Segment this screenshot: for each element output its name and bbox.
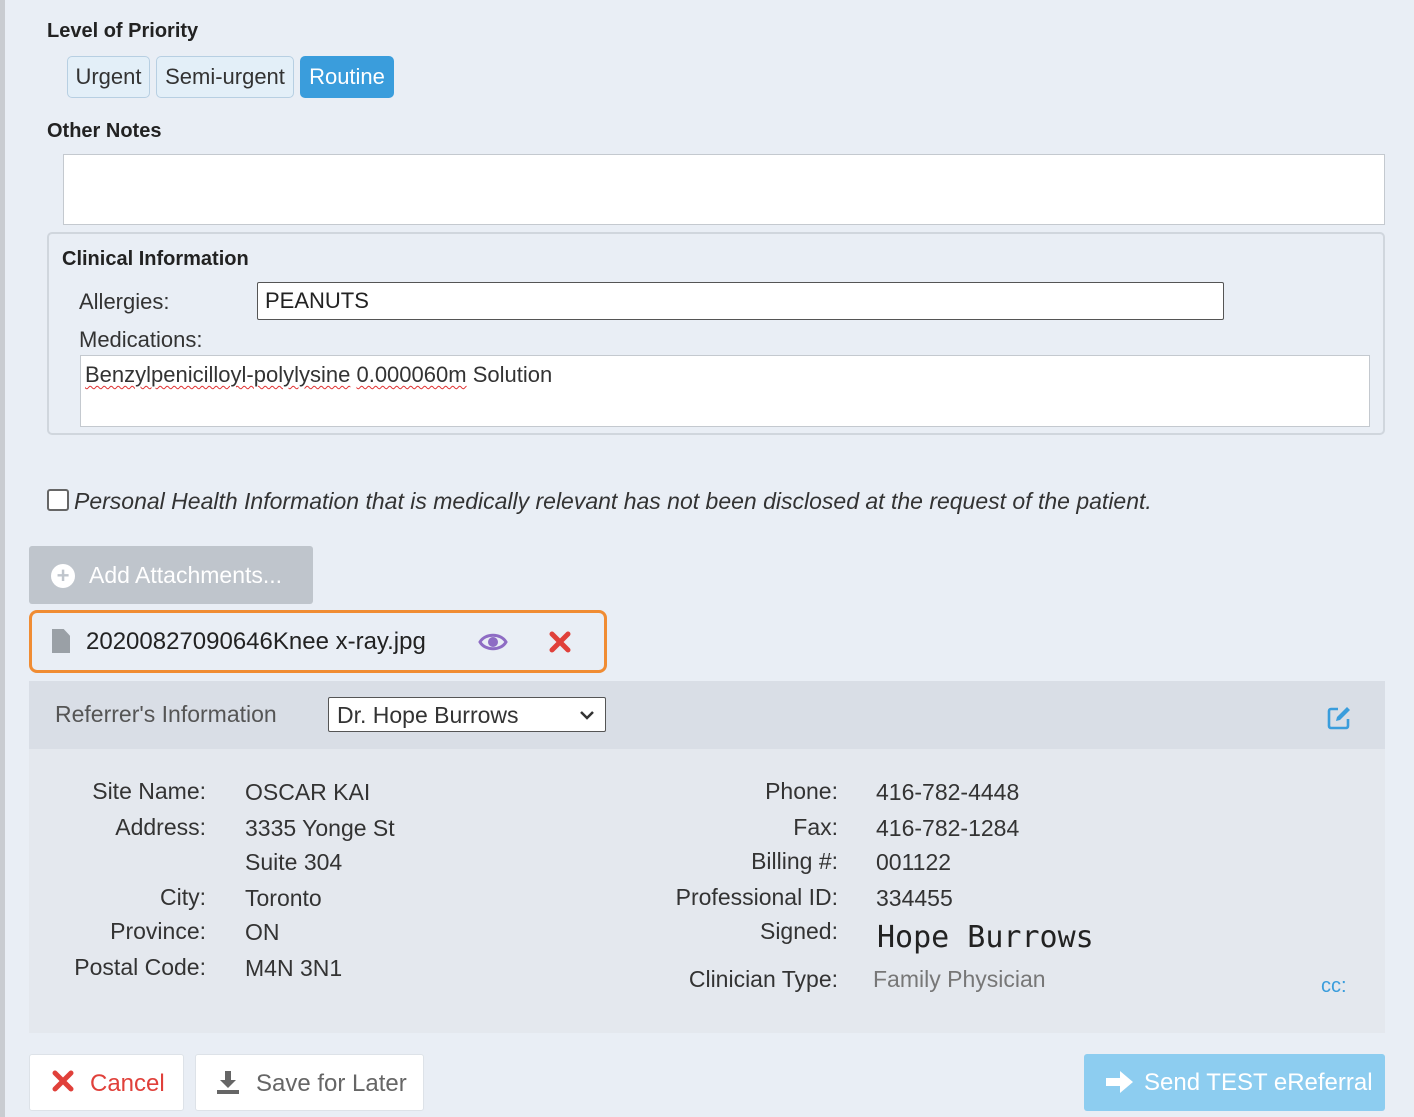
signed-label: Signed: xyxy=(759,918,838,944)
clinician-type-label: Clinician Type: xyxy=(688,966,838,992)
cancel-button[interactable]: Cancel xyxy=(29,1054,184,1111)
download-icon xyxy=(217,1071,239,1094)
remove-attachment-icon[interactable] xyxy=(548,630,572,654)
site-name-label: Site Name: xyxy=(92,778,206,804)
province-label: Province: xyxy=(110,918,206,944)
province-value: ON xyxy=(245,919,280,945)
allergies-label: Allergies: xyxy=(79,289,170,314)
referrer-section-label: Referrer's Information xyxy=(55,701,277,727)
medication-form: Solution xyxy=(472,362,553,387)
cc-link[interactable]: cc: xyxy=(1321,975,1347,998)
billing-label: Billing #: xyxy=(751,848,838,874)
postal-code-value: M4N 3N1 xyxy=(245,955,343,981)
professional-id-value: 334455 xyxy=(876,885,953,911)
save-for-later-label: Save for Later xyxy=(256,1070,407,1097)
medications-textarea[interactable]: Benzylpenicilloyl-polylysine 0.000060m S… xyxy=(80,355,1370,427)
allergies-input[interactable]: PEANUTS xyxy=(257,282,1224,320)
priority-label: Level of Priority xyxy=(47,20,199,42)
cancel-label: Cancel xyxy=(90,1070,165,1097)
city-value: Toronto xyxy=(245,885,322,911)
left-border xyxy=(0,0,5,1117)
city-label: City: xyxy=(160,884,206,910)
phi-checkbox-label: Personal Health Information that is medi… xyxy=(74,488,1152,514)
priority-routine-button[interactable]: Routine xyxy=(300,56,394,98)
signature: Hope Burrows xyxy=(877,920,1094,955)
medication-word: Benzylpenicilloyl-polylysine xyxy=(85,362,351,387)
other-notes-textarea[interactable] xyxy=(63,154,1385,225)
fax-label: Fax: xyxy=(793,814,838,840)
priority-urgent-button[interactable]: Urgent xyxy=(67,56,150,98)
medications-label: Medications: xyxy=(79,327,203,352)
plus-circle-icon: + xyxy=(51,564,75,588)
fax-value: 416-782-1284 xyxy=(876,815,1020,841)
address-label: Address: xyxy=(115,814,206,840)
medication-dose: 0.000060m xyxy=(356,362,467,387)
chevron-down-icon xyxy=(580,711,594,720)
send-ereferral-label: Send TEST eReferral xyxy=(1144,1069,1373,1096)
referrer-header: Referrer's Information Dr. Hope Burrows xyxy=(29,681,1385,749)
send-ereferral-button[interactable]: Send TEST eReferral xyxy=(1084,1054,1385,1111)
close-icon xyxy=(52,1070,74,1092)
referrer-select[interactable]: Dr. Hope Burrows xyxy=(328,697,606,732)
address-line1: 3335 Yonge St xyxy=(245,815,395,841)
referrer-selected-value: Dr. Hope Burrows xyxy=(337,702,519,728)
postal-code-label: Postal Code: xyxy=(74,954,206,980)
arrow-right-icon xyxy=(1106,1071,1133,1093)
phi-checkbox[interactable] xyxy=(47,489,69,511)
phone-label: Phone: xyxy=(765,778,838,804)
billing-value: 001122 xyxy=(876,849,952,875)
clinician-type-value: Family Physician xyxy=(873,966,1046,992)
other-notes-label: Other Notes xyxy=(47,120,162,142)
address-line2: Suite 304 xyxy=(245,849,343,875)
eye-icon[interactable] xyxy=(478,631,508,653)
attachment-filename: 20200827090646Knee x-ray.jpg xyxy=(86,628,426,655)
add-attachments-button[interactable]: + Add Attachments... xyxy=(29,546,313,604)
site-name-value: OSCAR KAI xyxy=(245,779,371,805)
file-icon xyxy=(52,629,70,653)
attachment-item: 20200827090646Knee x-ray.jpg xyxy=(29,610,607,673)
add-attachments-label: Add Attachments... xyxy=(89,562,283,588)
phone-value: 416-782-4448 xyxy=(876,779,1020,805)
professional-id-label: Professional ID: xyxy=(675,884,838,910)
save-for-later-button[interactable]: Save for Later xyxy=(195,1054,424,1111)
priority-semi-urgent-button[interactable]: Semi-urgent xyxy=(156,56,294,98)
clinical-info-title: Clinical Information xyxy=(62,248,249,270)
edit-icon[interactable] xyxy=(1326,705,1352,731)
